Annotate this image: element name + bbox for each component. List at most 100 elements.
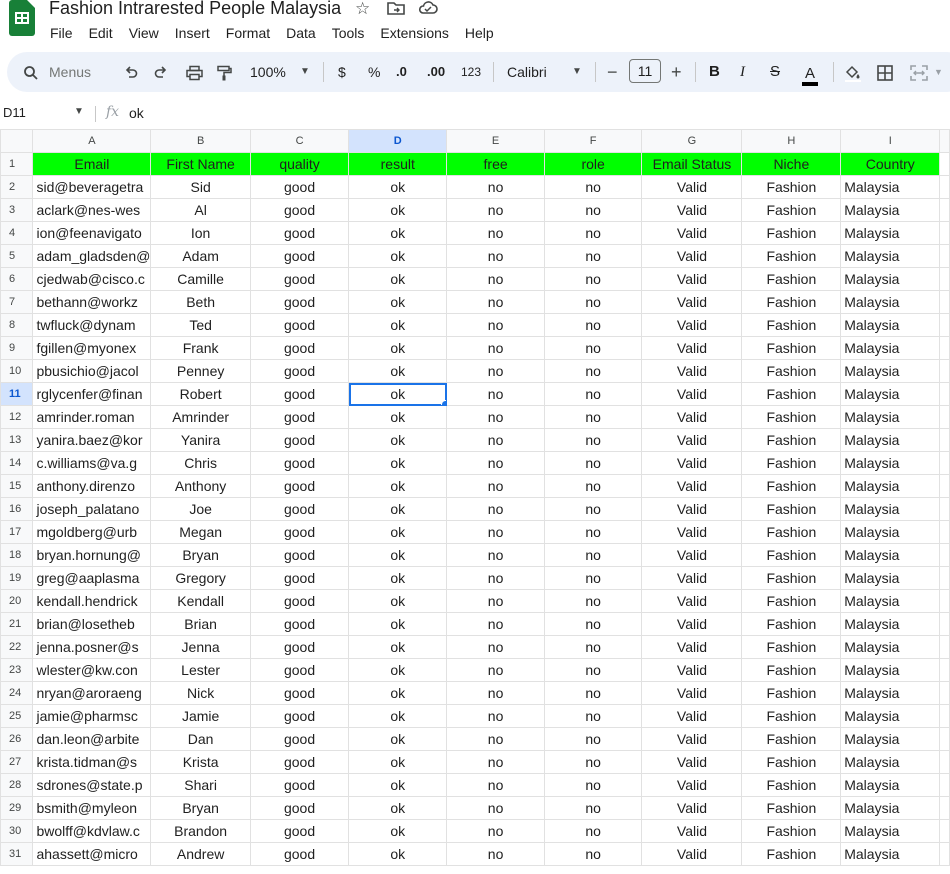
first-name-cell[interactable]: Dan [150, 727, 251, 751]
country-cell[interactable]: Malaysia [840, 497, 941, 521]
paint-format-icon[interactable] [216, 52, 232, 92]
star-icon[interactable]: ☆ [355, 0, 370, 18]
strikethrough-button[interactable]: S [770, 52, 780, 92]
cloud-saved-icon[interactable] [418, 0, 438, 20]
first-name-cell[interactable]: Andrew [150, 842, 251, 866]
row-header[interactable]: 31 [0, 842, 34, 866]
result-cell[interactable]: ok [348, 681, 448, 705]
free-cell[interactable]: no [446, 727, 545, 751]
role-cell[interactable]: no [543, 681, 643, 705]
row-header[interactable]: 1 [0, 152, 34, 176]
role-cell[interactable]: no [543, 428, 643, 452]
role-cell[interactable]: no [543, 566, 643, 590]
country-cell[interactable]: Malaysia [840, 681, 941, 705]
free-cell[interactable]: no [446, 819, 545, 843]
niche-cell[interactable]: Fashion [741, 773, 842, 797]
status-cell[interactable]: Valid [641, 520, 743, 544]
quality-cell[interactable]: good [249, 428, 350, 452]
increase-font-size-button[interactable]: + [671, 52, 682, 92]
status-cell[interactable]: Valid [641, 428, 743, 452]
niche-cell[interactable]: Fashion [741, 175, 842, 199]
first-name-cell[interactable]: Yanira [150, 428, 251, 452]
email-cell[interactable]: brian@losetheb [32, 612, 152, 636]
niche-cell[interactable]: Fashion [741, 428, 842, 452]
quality-cell[interactable]: good [249, 290, 350, 314]
row-header[interactable]: 5 [0, 244, 34, 268]
undo-icon[interactable] [123, 52, 139, 92]
row-header[interactable]: 3 [0, 198, 34, 222]
row-header[interactable]: 20 [0, 589, 34, 613]
email-cell[interactable]: nryan@aroraeng [32, 681, 152, 705]
result-cell[interactable]: ok [348, 704, 448, 728]
status-cell[interactable]: Valid [641, 658, 743, 682]
row-header[interactable]: 9 [0, 336, 34, 360]
row-header[interactable]: 24 [0, 681, 34, 705]
email-cell[interactable]: yanira.baez@kor [32, 428, 152, 452]
free-cell[interactable]: no [446, 750, 545, 774]
menu-data[interactable]: Data [286, 24, 316, 44]
header-cell[interactable]: result [348, 152, 448, 176]
free-cell[interactable]: no [446, 842, 545, 866]
first-name-cell[interactable]: Jenna [150, 635, 251, 659]
result-cell[interactable]: ok [348, 520, 448, 544]
menu-view[interactable]: View [129, 24, 159, 44]
email-cell[interactable]: twfluck@dynam [32, 313, 152, 337]
text-color-button[interactable]: A [802, 56, 819, 86]
quality-cell[interactable]: good [249, 198, 350, 222]
email-cell[interactable]: rglycenfer@finan [32, 382, 152, 406]
niche-cell[interactable]: Fashion [741, 727, 842, 751]
formula-input[interactable]: ok [129, 105, 144, 121]
status-cell[interactable]: Valid [641, 451, 743, 475]
role-cell[interactable]: no [543, 589, 643, 613]
email-cell[interactable]: bwolff@kdvlaw.c [32, 819, 152, 843]
email-cell[interactable]: krista.tidman@s [32, 750, 152, 774]
status-cell[interactable]: Valid [641, 796, 743, 820]
result-cell[interactable]: ok [348, 635, 448, 659]
status-cell[interactable]: Valid [641, 290, 743, 314]
row-header[interactable]: 14 [0, 451, 34, 475]
status-cell[interactable]: Valid [641, 612, 743, 636]
status-cell[interactable]: Valid [641, 474, 743, 498]
niche-cell[interactable]: Fashion [741, 405, 842, 429]
result-cell[interactable]: ok [348, 244, 448, 268]
country-cell[interactable]: Malaysia [840, 773, 941, 797]
search-icon[interactable] [23, 52, 39, 92]
first-name-cell[interactable]: Robert [150, 382, 251, 406]
country-cell[interactable]: Malaysia [840, 451, 941, 475]
email-cell[interactable]: pbusichio@jacol [32, 359, 152, 383]
row-header[interactable]: 30 [0, 819, 34, 843]
row-header[interactable]: 13 [0, 428, 34, 452]
row-header[interactable]: 23 [0, 658, 34, 682]
first-name-cell[interactable]: Amrinder [150, 405, 251, 429]
row-header[interactable]: 8 [0, 313, 34, 337]
row-header[interactable]: 27 [0, 750, 34, 774]
country-cell[interactable]: Malaysia [840, 635, 941, 659]
decrease-decimal-button[interactable]: .0 [396, 52, 407, 92]
email-cell[interactable]: jamie@pharmsc [32, 704, 152, 728]
email-cell[interactable]: amrinder.roman [32, 405, 152, 429]
increase-decimal-button[interactable]: .00 [427, 52, 445, 92]
first-name-cell[interactable]: Chris [150, 451, 251, 475]
email-cell[interactable]: adam_gladsden@ [32, 244, 152, 268]
result-cell[interactable]: ok [348, 543, 448, 567]
status-cell[interactable]: Valid [641, 543, 743, 567]
role-cell[interactable]: no [543, 474, 643, 498]
row-header[interactable]: 29 [0, 796, 34, 820]
quality-cell[interactable]: good [249, 704, 350, 728]
column-header-e[interactable]: E [446, 129, 545, 153]
country-cell[interactable]: Malaysia [840, 405, 941, 429]
result-cell[interactable]: ok [348, 428, 448, 452]
result-cell[interactable]: ok [348, 451, 448, 475]
quality-cell[interactable]: good [249, 382, 350, 406]
email-cell[interactable]: bryan.hornung@ [32, 543, 152, 567]
status-cell[interactable]: Valid [641, 267, 743, 291]
quality-cell[interactable]: good [249, 336, 350, 360]
free-cell[interactable]: no [446, 543, 545, 567]
niche-cell[interactable]: Fashion [741, 336, 842, 360]
role-cell[interactable]: no [543, 244, 643, 268]
role-cell[interactable]: no [543, 842, 643, 866]
free-cell[interactable]: no [446, 796, 545, 820]
percent-format-button[interactable]: % [368, 52, 380, 92]
select-all-corner[interactable] [0, 129, 34, 153]
result-cell[interactable]: ok [348, 405, 448, 429]
